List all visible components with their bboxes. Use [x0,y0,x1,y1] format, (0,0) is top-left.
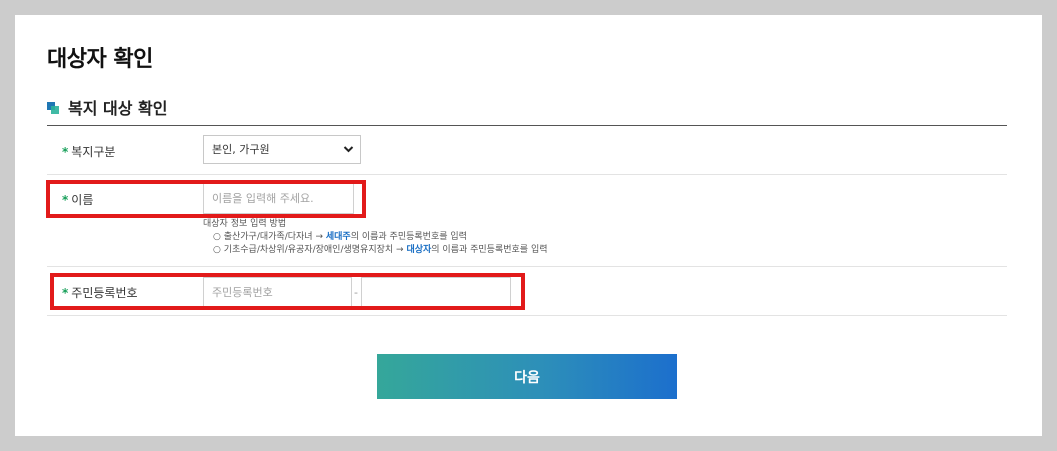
required-mark: * [62,145,69,159]
next-button[interactable]: 다음 [377,354,677,399]
help-item: ○ 출산가구/대가족/다자녀 → 세대주의 이름과 주민등록번호를 입력 [213,232,467,242]
name-highlight-box [46,180,366,218]
welfare-type-value: 본인, 가구원 [212,143,270,156]
row-divider [47,174,1007,175]
section-title: 복지 대상 확인 [68,99,168,118]
section-bullet-icon [47,102,60,115]
page-title: 대상자 확인 [47,47,153,72]
welfare-type-select[interactable]: 본인, 가구원 [203,135,361,164]
row-divider [47,315,1007,316]
section-divider [47,125,1007,126]
help-heading: 대상자 정보 입력 방법 [203,219,287,229]
section-header: 복지 대상 확인 [47,95,167,119]
row-divider [47,266,1007,267]
rrn-highlight-box [50,273,525,310]
help-item: ○ 기초수급/차상위/유공자/장애인/생명유지장치 → 대상자의 이름과 주민등… [213,245,548,255]
chevron-down-icon [343,136,354,173]
welfare-type-label: * 복지구분 [62,145,116,159]
input-help: 대상자 정보 입력 방법 ○ 출산가구/대가족/다자녀 → 세대주의 이름과 주… [203,218,548,257]
main-panel: 대상자 확인 복지 대상 확인 *복지구분 본인, 가구원 *이름 대상자 정보… [15,15,1042,436]
